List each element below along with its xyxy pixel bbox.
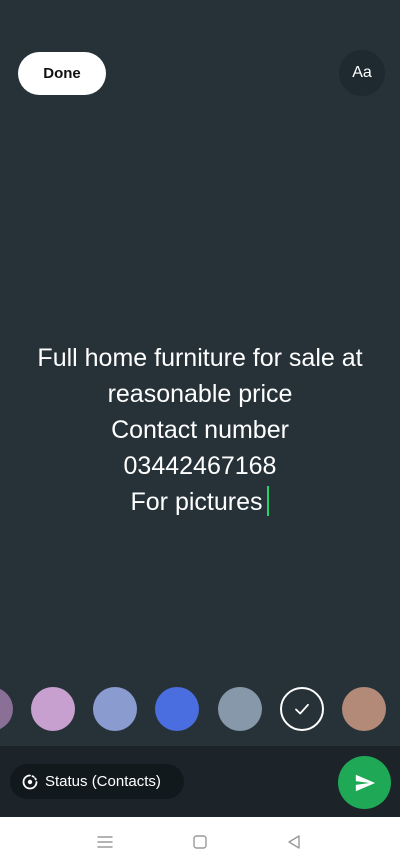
status-text-editor[interactable]: Full home furniture for sale at reasonab… <box>10 340 390 520</box>
status-text-line-last: For pictures <box>10 484 390 520</box>
color-swatch-selected[interactable] <box>280 687 324 731</box>
status-text-line: 03442467168 <box>123 452 277 480</box>
color-swatch-lilac[interactable] <box>31 687 75 731</box>
text-cursor <box>267 486 270 516</box>
status-text-line: reasonable price <box>107 380 293 408</box>
color-swatch-blue[interactable] <box>155 687 199 731</box>
status-text-line: For pictures <box>130 488 263 516</box>
color-swatch-slate[interactable] <box>218 687 262 731</box>
color-palette <box>0 687 400 733</box>
color-swatch-mauve[interactable] <box>0 687 13 731</box>
system-nav-bar <box>0 817 400 866</box>
home-icon[interactable] <box>189 831 211 853</box>
status-bottom-bar: Status (Contacts) <box>0 746 400 817</box>
menu-icon[interactable] <box>94 831 116 853</box>
status-ring-icon <box>22 774 38 790</box>
status-canvas[interactable]: Done Aa Full home furniture for sale at … <box>0 0 400 746</box>
status-audience-label: Status (Contacts) <box>45 773 161 790</box>
status-text-line: Full home furniture for sale at <box>37 344 363 372</box>
done-button[interactable]: Done <box>18 52 106 95</box>
status-editor-screen: Done Aa Full home furniture for sale at … <box>0 0 400 866</box>
status-audience-button[interactable]: Status (Contacts) <box>10 764 184 799</box>
status-text-line: Contact number <box>111 416 289 444</box>
send-icon <box>355 774 375 791</box>
color-swatch-tan[interactable] <box>342 687 386 731</box>
font-style-button[interactable]: Aa <box>339 50 385 96</box>
send-button[interactable] <box>338 756 391 809</box>
checkmark-icon <box>295 703 309 715</box>
color-swatch-periwinkle[interactable] <box>93 687 137 731</box>
back-icon[interactable] <box>283 831 305 853</box>
